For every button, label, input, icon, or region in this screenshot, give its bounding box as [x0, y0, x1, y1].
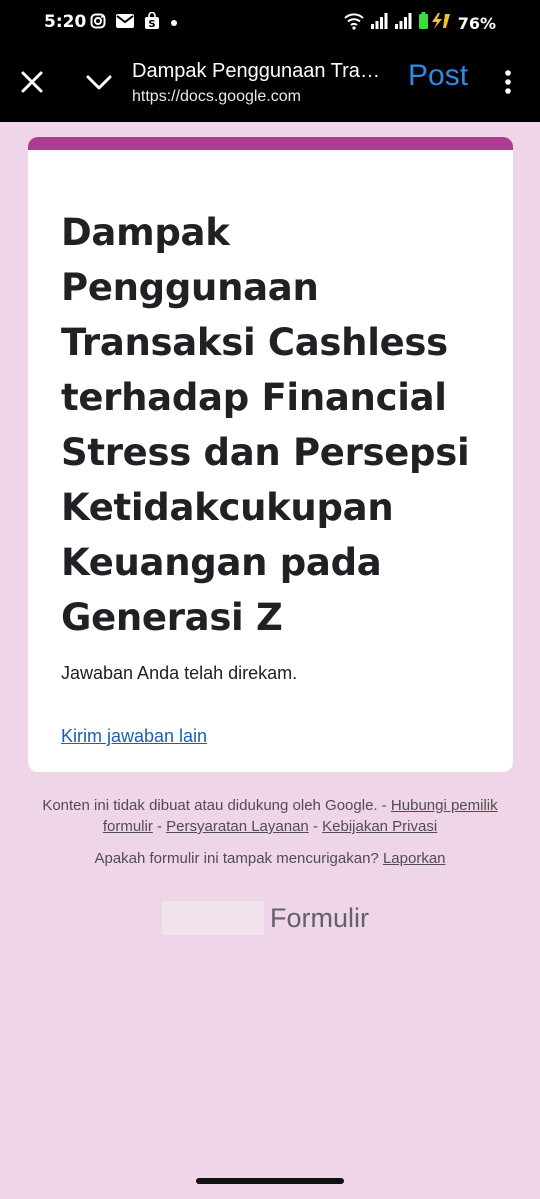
- custom-tab-toolbar: Dampak Penggunaan Transaksi Cashless ter…: [0, 44, 540, 122]
- privacy-policy-link[interactable]: Kebijakan Privasi: [322, 818, 437, 835]
- notification-icons: S: [90, 11, 178, 34]
- dot-icon: [170, 14, 178, 32]
- logo-text: Formulir: [270, 902, 369, 933]
- report-link[interactable]: Laporkan: [383, 850, 446, 867]
- system-status-icons: 76%: [344, 12, 496, 35]
- post-button[interactable]: Post: [408, 59, 468, 93]
- footer-disclaimer: Konten ini tidak dibuat atau didukung ol…: [20, 795, 520, 837]
- home-indicator[interactable]: [196, 1178, 344, 1184]
- suspicious-question: Apakah formulir ini tampak mencurigakan?: [94, 850, 379, 867]
- wifi-icon: [344, 12, 364, 35]
- shopping-bag-icon: S: [144, 11, 160, 34]
- form-card: Dampak Penggunaan Transaksi Cashless ter…: [28, 137, 513, 772]
- form-title: Dampak Penggunaan Transaksi Cashless ter…: [61, 211, 470, 639]
- google-forms-logo[interactable]: Formulir: [162, 901, 369, 935]
- signal-icon: [370, 12, 388, 35]
- gmail-icon: [116, 13, 134, 34]
- disclaimer-text: Konten ini tidak dibuat atau didukung ol…: [42, 797, 387, 814]
- battery-charging-icon: [418, 12, 452, 35]
- terms-of-service-link[interactable]: Persyaratan Layanan: [166, 818, 309, 835]
- confirmation-message: Jawaban Anda telah direkam.: [61, 663, 298, 683]
- separator: -: [157, 818, 162, 835]
- signal-icon: [394, 12, 412, 35]
- battery-percentage: 76%: [457, 14, 496, 33]
- report-abuse-line: Apakah formulir ini tampak mencurigakan?…: [20, 850, 520, 867]
- more-options-icon[interactable]: [494, 68, 522, 96]
- close-icon[interactable]: [18, 68, 46, 96]
- status-time: 5:20: [44, 12, 87, 32]
- logo-image-placeholder: [162, 901, 264, 935]
- page-title: Dampak Penggunaan Transaksi Cashless ter…: [132, 60, 384, 82]
- submit-another-response-link[interactable]: Kirim jawaban lain: [61, 726, 207, 747]
- separator: -: [312, 818, 318, 835]
- page-url: https://docs.google.com: [132, 88, 301, 105]
- instagram-icon: [90, 13, 106, 34]
- chevron-down-icon[interactable]: [84, 70, 114, 96]
- svg-text:S: S: [148, 19, 155, 29]
- status-bar: 5:20 S 76%: [0, 0, 540, 44]
